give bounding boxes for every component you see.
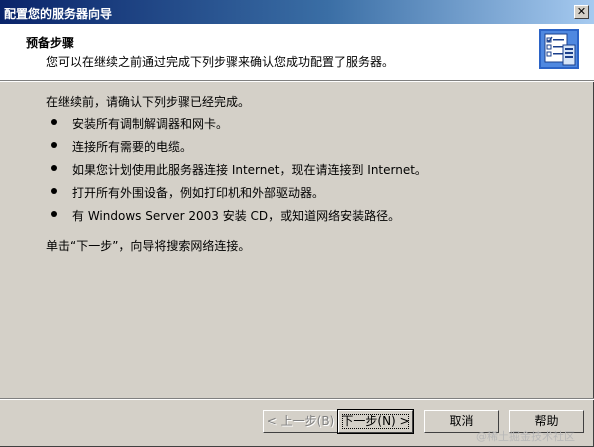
bullet-icon [51,188,57,194]
list-item: 有 Windows Server 2003 安装 CD，或知道网络安装路径。 [46,207,427,230]
page-subtitle: 您可以在继续之前通过完成下列步骤来确认您成功配置了服务器。 [46,55,395,69]
footer-divider-highlight [0,399,594,400]
window-title: 配置您的服务器向导 [4,7,113,21]
close-icon: ✕ [576,5,587,18]
watermark: @稀土掘金技术社区 [476,430,575,443]
list-item: 如果您计划使用此服务器连接 Internet，现在请连接到 Internet。 [46,161,427,184]
back-button[interactable]: < 上一步(B) [263,410,338,433]
list-item-text: 如果您计划使用此服务器连接 Internet，现在请连接到 Internet。 [72,163,427,177]
wizard-window: 配置您的服务器向导 ✕ 预备步骤 您可以在继续之前通过完成下列步骤来确认您成功配… [0,0,594,447]
server-checklist-icon [539,29,579,69]
bullet-icon [51,211,57,217]
list-item: 打开所有外围设备，例如打印机和外部驱动器。 [46,184,427,207]
bullet-icon [51,142,57,148]
bullet-icon [51,165,57,171]
list-item: 安装所有调制解调器和网卡。 [46,115,427,138]
list-item-text: 有 Windows Server 2003 安装 CD，或知道网络安装路径。 [72,209,401,223]
bullet-icon [51,119,57,125]
title-bar[interactable]: 配置您的服务器向导 ✕ [0,0,594,24]
wizard-body: 在继续前，请确认下列步骤已经完成。 安装所有调制解调器和网卡。 连接所有需要的电… [0,82,594,400]
intro-text: 在继续前，请确认下列步骤已经完成。 [46,95,251,109]
outro-text: 单击“下一步”，向导将搜索网络连接。 [46,239,251,253]
prerequisite-list: 安装所有调制解调器和网卡。 连接所有需要的电缆。 如果您计划使用此服务器连接 I… [46,115,427,230]
list-item-text: 打开所有外围设备，例如打印机和外部驱动器。 [72,186,325,200]
wizard-header: 预备步骤 您可以在继续之前通过完成下列步骤来确认您成功配置了服务器。 [0,24,594,81]
list-item: 连接所有需要的电缆。 [46,138,427,161]
next-button[interactable]: 下一步(N) > [337,409,414,434]
page-title: 预备步骤 [26,36,75,50]
close-button[interactable]: ✕ [574,5,589,19]
focus-rect [342,414,409,429]
list-item-text: 连接所有需要的电缆。 [72,140,193,154]
list-item-text: 安装所有调制解调器和网卡。 [72,117,229,131]
